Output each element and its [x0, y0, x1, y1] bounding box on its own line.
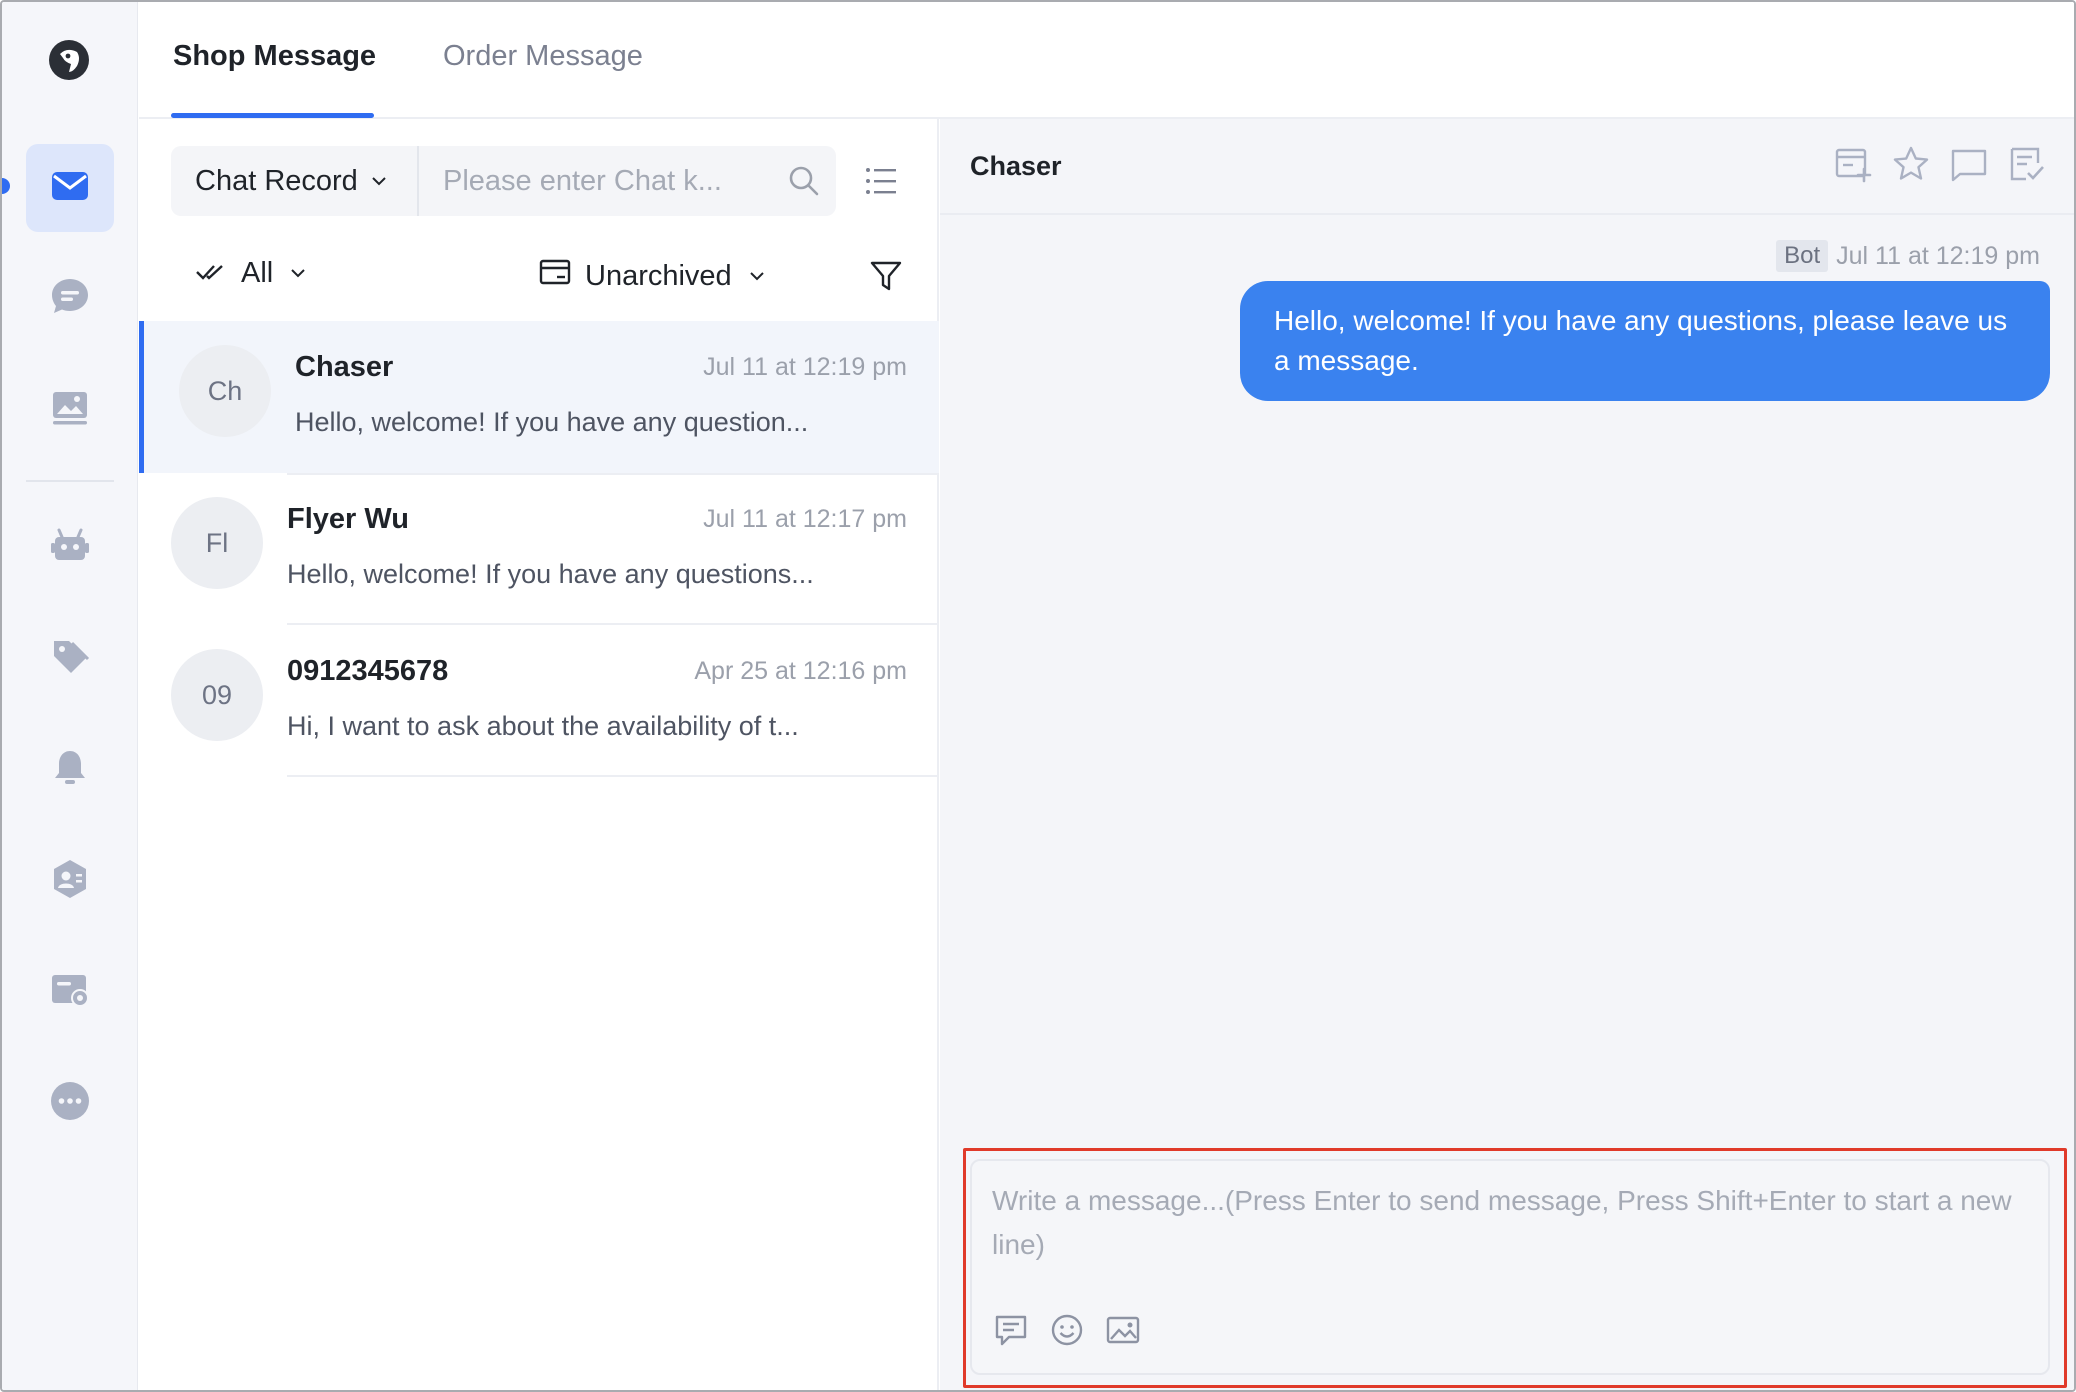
read-filter-label: All	[241, 257, 274, 289]
bot-badge: Bot	[1776, 240, 1829, 272]
filter-row: All Unarchived	[139, 249, 939, 309]
avatar: Fl	[171, 497, 263, 589]
chat-header-actions	[1834, 145, 2046, 183]
archive-icon	[539, 257, 571, 295]
comment-icon[interactable]	[1950, 145, 1988, 183]
message-time: Jul 11 at 12:19 pm	[1836, 241, 2040, 270]
chat-pane: Chaser Bot Jul 11 at 12:19 pm Hello, wel…	[940, 119, 2074, 1390]
rail-media-button[interactable]	[26, 366, 114, 454]
rail-chat-button[interactable]	[26, 255, 114, 343]
left-rail	[2, 2, 138, 1390]
message-bubble: Hello, welcome! If you have any question…	[1240, 281, 2050, 401]
star-icon[interactable]	[1892, 145, 1930, 183]
message-tabs: Shop Message Order Message	[139, 2, 2074, 119]
bell-icon	[48, 746, 92, 795]
selected-bar	[139, 321, 144, 473]
chevron-down-icon	[289, 257, 307, 290]
ticket-settings-icon	[48, 968, 92, 1017]
tab-shop-message[interactable]: Shop Message	[173, 40, 376, 73]
search-scope-label: Chat Record	[195, 164, 358, 197]
conversation-item[interactable]: 09 0912345678 Apr 25 at 12:16 pm Hi, I w…	[139, 625, 939, 777]
archive-filter-dropdown[interactable]: Unarchived	[539, 257, 766, 295]
active-indicator	[2, 178, 10, 194]
quick-reply-icon[interactable]	[994, 1313, 1028, 1347]
rail-more-button[interactable]	[26, 1059, 114, 1147]
conversation-preview: Hi, I want to ask about the availability…	[287, 711, 799, 741]
search-bar: Chat Record	[171, 146, 836, 216]
avatar: Ch	[179, 345, 271, 437]
message-input[interactable]	[972, 1161, 2048, 1291]
conversation-item[interactable]: Fl Flyer Wu Jul 11 at 12:17 pm Hello, we…	[139, 473, 939, 625]
archive-filter-label: Unarchived	[585, 259, 732, 292]
avatar: 09	[171, 649, 263, 741]
contact-icon	[48, 857, 92, 906]
message-composer	[970, 1159, 2050, 1375]
chevron-down-icon	[370, 165, 388, 198]
tag-icon	[48, 635, 92, 684]
conversation-name: Chaser	[295, 351, 394, 383]
tab-order-message[interactable]: Order Message	[443, 40, 643, 73]
active-tab-underline	[171, 113, 374, 118]
conversation-time: Jul 11 at 12:17 pm	[703, 505, 907, 533]
more-icon	[48, 1079, 92, 1128]
conversation-time: Apr 25 at 12:16 pm	[694, 657, 907, 685]
app-window: Shop Message Order Message Chat Record P…	[0, 0, 2076, 1392]
image-icon	[48, 386, 92, 435]
search-scope-select[interactable]: Chat Record	[171, 146, 419, 216]
chevron-down-icon	[748, 260, 766, 293]
robot-icon	[48, 524, 92, 573]
double-check-icon	[195, 257, 225, 290]
conversation-time: Jul 11 at 12:19 pm	[703, 353, 907, 381]
rail-notifications-button[interactable]	[26, 726, 114, 814]
rail-bot-button[interactable]	[26, 504, 114, 592]
rail-contacts-button[interactable]	[26, 837, 114, 925]
list-view-icon[interactable]	[863, 163, 899, 199]
chat-title: Chaser	[970, 151, 1062, 181]
rail-divider	[26, 480, 114, 482]
archive-add-icon[interactable]	[1834, 145, 1872, 183]
rail-messages-button[interactable]	[26, 144, 114, 232]
chat-header: Chaser	[940, 119, 2074, 215]
conversation-name: 0912345678	[287, 655, 449, 687]
row-divider	[287, 775, 939, 777]
rail-tags-button[interactable]	[26, 615, 114, 703]
message-meta: Bot Jul 11 at 12:19 pm	[1776, 240, 2040, 272]
filter-funnel-icon[interactable]	[869, 259, 903, 293]
chat-bubble-icon	[48, 275, 92, 324]
conversation-preview: Hello, welcome! If you have any question…	[295, 407, 809, 437]
rail-tickets-button[interactable]	[26, 948, 114, 1036]
conversation-preview: Hello, welcome! If you have any question…	[287, 559, 814, 589]
image-icon[interactable]	[1106, 1313, 1140, 1347]
app-logo-icon	[47, 38, 91, 82]
mail-icon	[48, 164, 92, 213]
read-filter-dropdown[interactable]: All	[195, 257, 307, 290]
row-divider	[287, 473, 939, 475]
search-input[interactable]	[421, 146, 771, 216]
note-check-icon[interactable]	[2008, 145, 2046, 183]
conversation-item[interactable]: Ch Chaser Jul 11 at 12:19 pm Hello, welc…	[139, 321, 939, 473]
composer-toolbar	[994, 1313, 1140, 1347]
search-icon[interactable]	[787, 164, 821, 198]
conversation-list-pane: Chat Record All	[139, 119, 939, 1390]
emoji-icon[interactable]	[1050, 1313, 1084, 1347]
conversation-name: Flyer Wu	[287, 503, 409, 535]
